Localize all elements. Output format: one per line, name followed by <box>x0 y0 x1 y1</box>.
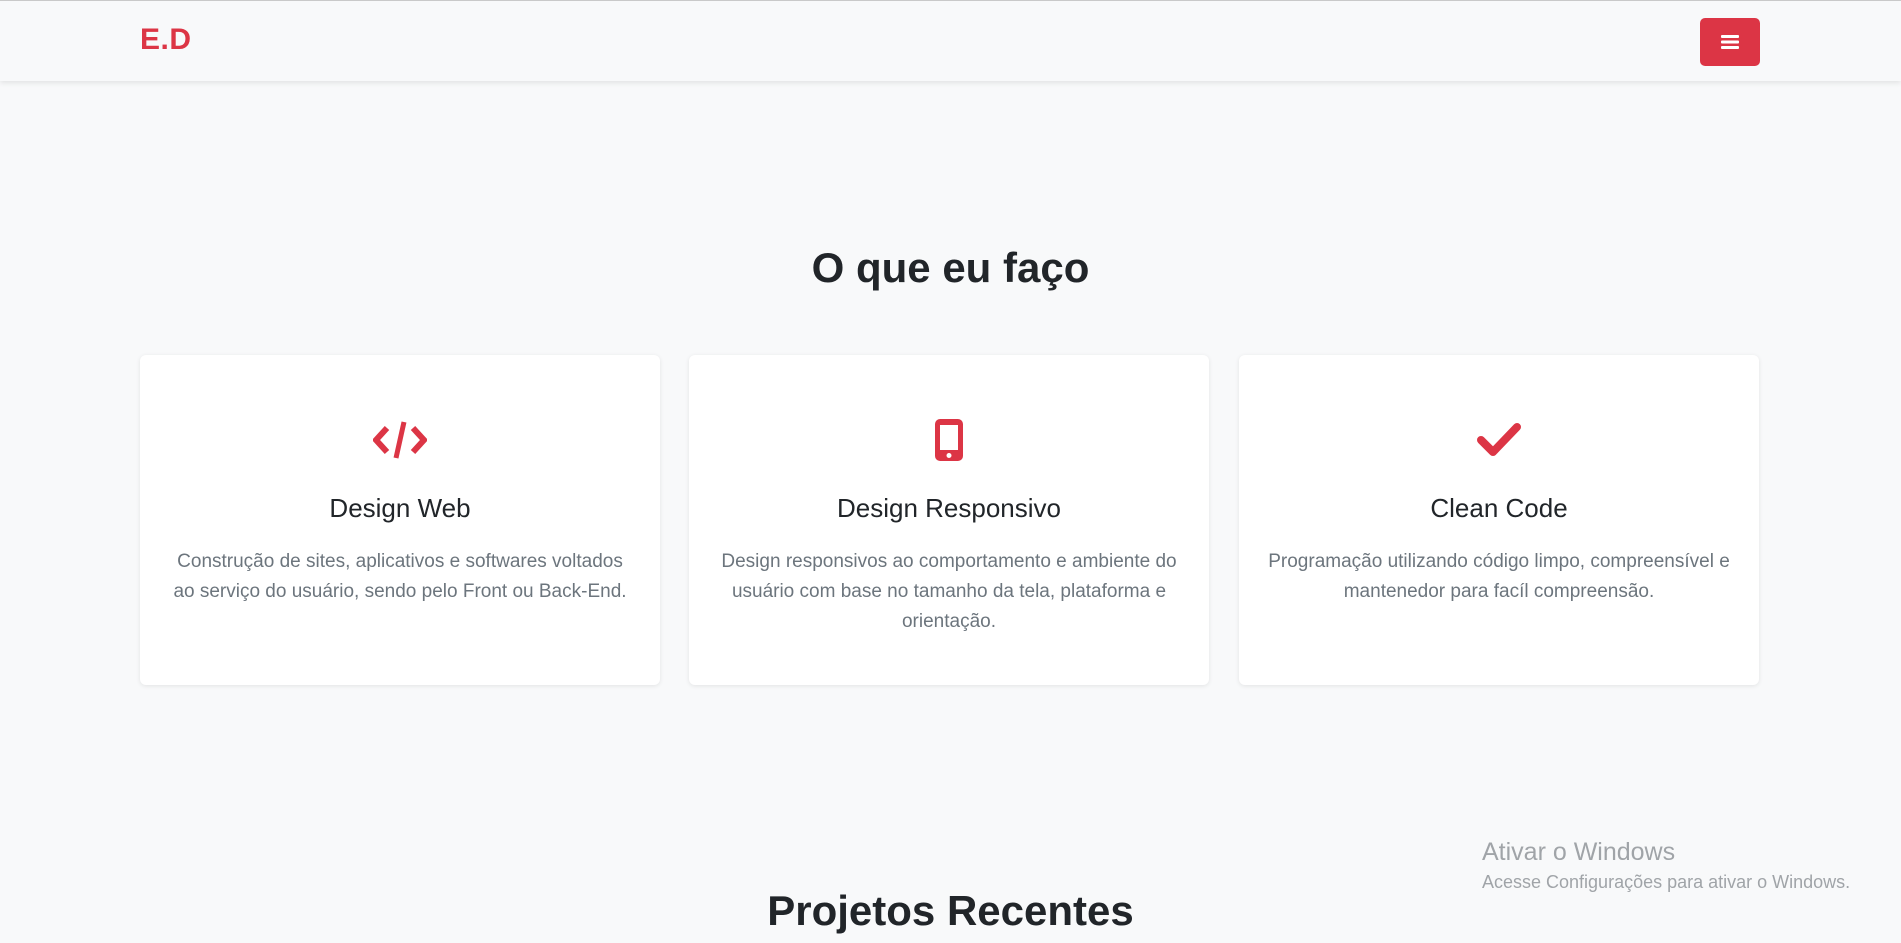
menu-toggle-button[interactable] <box>1700 18 1760 66</box>
bars-icon <box>1721 35 1739 49</box>
services-section-title: O que eu faço <box>811 244 1090 291</box>
navbar: E.D <box>0 0 1901 81</box>
service-card-design-responsivo: Design Responsivo Design responsivos ao … <box>689 355 1209 685</box>
brand-logo[interactable]: E.D <box>140 23 192 57</box>
service-card-design-web: Design Web Construção de sites, aplicati… <box>140 355 660 685</box>
windows-activation-subtitle: Acesse Configurações para ativar o Windo… <box>1482 872 1851 892</box>
card-description: Construção de sites, aplicativos e softw… <box>173 551 627 602</box>
card-heading: Design Web <box>329 493 471 523</box>
projects-section-title: Projetos Recentes <box>767 887 1134 934</box>
card-description: Programação utilizando código limpo, com… <box>1268 551 1730 602</box>
check-icon <box>1477 423 1521 456</box>
card-heading: Clean Code <box>1430 493 1568 523</box>
windows-activation-title: Ativar o Windows <box>1482 838 1676 866</box>
card-heading: Design Responsivo <box>836 493 1061 523</box>
mobile-icon <box>935 419 963 461</box>
service-card-clean-code: Clean Code Programação utilizando código… <box>1239 355 1759 685</box>
card-description: Design responsivos ao comportamento e am… <box>721 551 1177 632</box>
code-icon <box>373 421 427 459</box>
